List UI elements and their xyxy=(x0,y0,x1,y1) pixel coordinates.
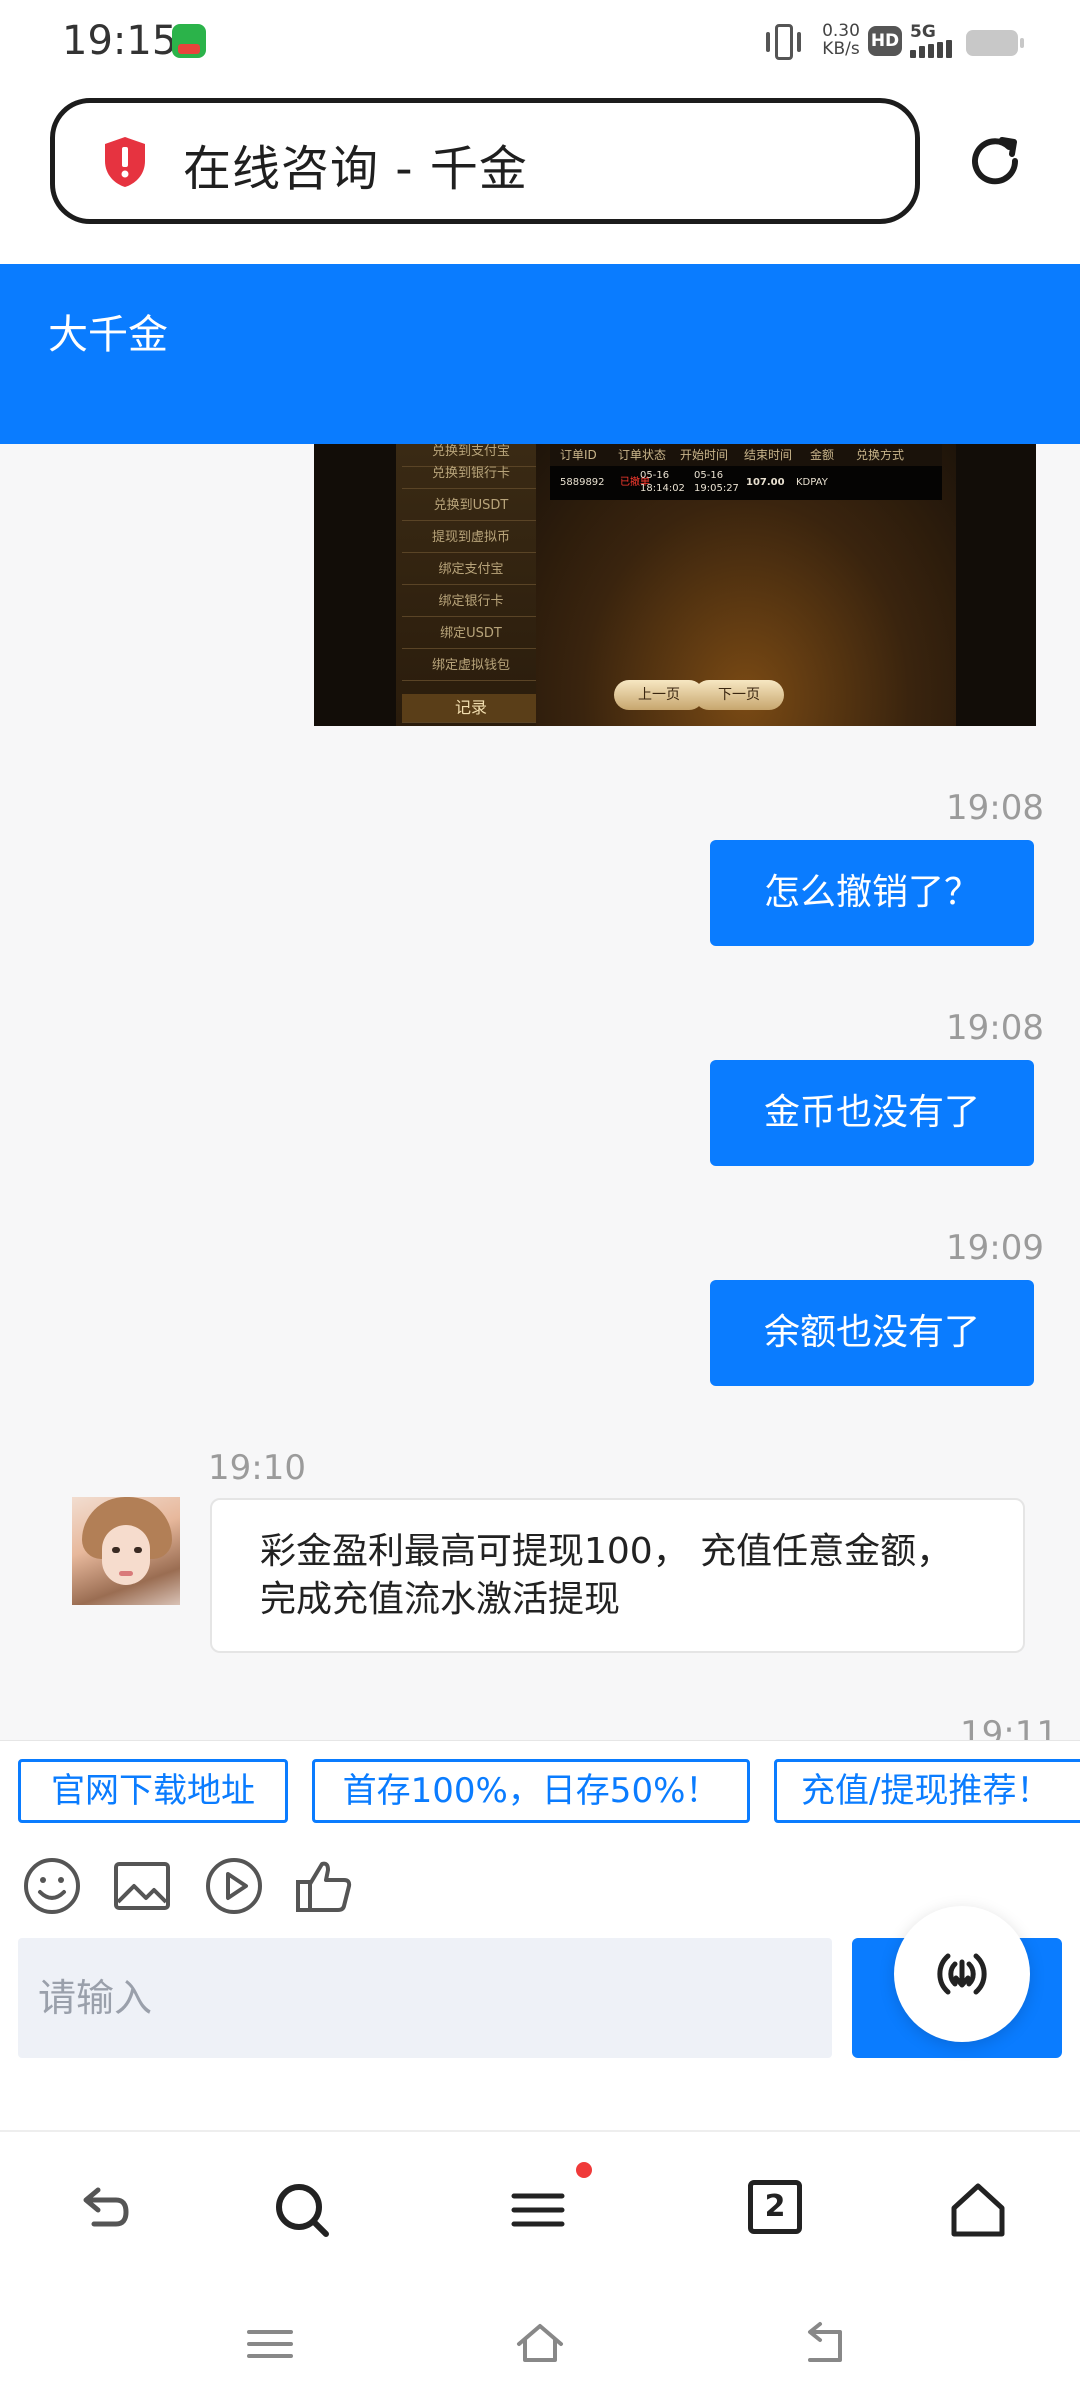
hd-badge: HD xyxy=(868,26,902,56)
chat-header: 大千金 xyxy=(0,264,1080,444)
signal-bar xyxy=(919,46,925,58)
incoming-message-bubble[interactable]: 彩金盈利最高可提现100， 充值任意金额，完成充值流水激活提现 xyxy=(210,1498,1025,1653)
vibrate-wave-right xyxy=(797,32,801,52)
status-time: 19:15 xyxy=(62,18,178,64)
image-td-start-date: 05-16 xyxy=(640,470,670,481)
quick-link-download[interactable]: 官网下载地址 xyxy=(18,1759,288,1823)
image-th: 订单状态 xyxy=(618,448,667,462)
network-type-label: 5G xyxy=(910,22,936,42)
battery-icon xyxy=(966,30,1024,56)
system-back-icon[interactable] xyxy=(800,2318,850,2368)
image-td-amount: 107.00 xyxy=(746,477,785,488)
emoji-icon[interactable] xyxy=(22,1856,82,1916)
image-td-start-time: 18:14:02 xyxy=(640,483,685,494)
image-sidebar-item-active: 记录 xyxy=(402,694,540,723)
message-timestamp: 19:08 xyxy=(946,788,1044,828)
outgoing-message-bubble[interactable]: 金币也没有了 xyxy=(710,1060,1034,1166)
image-th: 订单ID xyxy=(560,448,597,462)
voice-broadcast-icon xyxy=(937,1953,987,1995)
image-th: 金额 xyxy=(810,448,835,462)
app-notification-icon xyxy=(172,24,206,58)
video-icon[interactable] xyxy=(204,1856,264,1916)
message-timestamp: 19:10 xyxy=(208,1448,306,1488)
image-prev-page-button: 上一页 xyxy=(614,680,704,710)
image-sidebar-item: 兑换到银行卡 xyxy=(402,460,540,489)
system-menu-icon[interactable] xyxy=(245,2318,295,2368)
outgoing-message-bubble[interactable]: 余额也没有了 xyxy=(710,1280,1034,1386)
image-table-row: 5889892 已撤单 05-16 18:14:02 05-16 19:05:2… xyxy=(550,466,942,500)
image-sidebar-item: 兑换到USDT xyxy=(402,492,540,521)
quick-link-first-deposit[interactable]: 首存100%，日存50%！ xyxy=(312,1759,750,1823)
image-sidebar-item: 绑定银行卡 xyxy=(402,588,540,617)
search-icon[interactable] xyxy=(272,2180,332,2240)
avatar-lips xyxy=(119,1571,133,1576)
system-home-icon[interactable] xyxy=(515,2318,565,2368)
signal-bar xyxy=(946,40,952,58)
image-th: 结束时间 xyxy=(744,448,793,462)
agent-avatar[interactable] xyxy=(72,1497,180,1605)
quick-links-bar[interactable]: 官网下载地址 首存100%，日存50%！ 充值/提现推荐！ xyxy=(0,1740,1080,1833)
image-icon[interactable] xyxy=(112,1856,172,1916)
image-th: 兑换方式 xyxy=(856,448,905,462)
image-td-end-time: 19:05:27 xyxy=(694,483,739,494)
menu-icon[interactable] xyxy=(508,2180,568,2240)
message-timestamp: 19:11 xyxy=(960,1714,1058,1740)
message-input[interactable]: 请输入 xyxy=(18,1938,832,2058)
signal-icon: 5G xyxy=(910,22,960,60)
chat-message-list[interactable]: 兑换到支付宝 兑换到银行卡 兑换到USDT 提现到虚拟币 绑定支付宝 绑定银行卡… xyxy=(0,444,1080,1740)
image-next-page-button: 下一页 xyxy=(694,680,784,710)
network-speed-unit: KB/s xyxy=(822,39,860,59)
message-timestamp: 19:09 xyxy=(946,1228,1044,1268)
avatar-eye xyxy=(134,1547,142,1553)
chat-title: 大千金 xyxy=(48,312,168,358)
image-th: 开始时间 xyxy=(680,448,729,462)
signal-bar xyxy=(937,42,943,58)
shield-warning-icon xyxy=(105,137,145,187)
image-td-order-id: 5889892 xyxy=(560,477,605,488)
network-speed: 0.30 KB/s xyxy=(818,22,864,58)
image-sidebar-item: 提现到虚拟币 xyxy=(402,524,540,553)
thumbs-up-icon[interactable] xyxy=(294,1856,354,1916)
image-sidebar-item: 绑定支付宝 xyxy=(402,556,540,585)
shared-image-message[interactable]: 兑换到支付宝 兑换到银行卡 兑换到USDT 提现到虚拟币 绑定支付宝 绑定银行卡… xyxy=(314,444,1036,726)
vibrate-wave-left xyxy=(766,32,770,52)
image-sidebar: 兑换到支付宝 兑换到银行卡 兑换到USDT 提现到虚拟币 绑定支付宝 绑定银行卡… xyxy=(396,444,546,726)
image-table-header: 订单ID 订单状态 开始时间 结束时间 金额 兑换方式 xyxy=(550,444,942,466)
quick-link-recharge[interactable]: 充值/提现推荐！ xyxy=(774,1759,1080,1823)
voice-button[interactable] xyxy=(894,1906,1030,2042)
image-records-panel: 订单ID 订单状态 开始时间 结束时间 金额 兑换方式 5889892 已撤单 … xyxy=(536,444,956,726)
signal-bar xyxy=(928,44,934,58)
signal-bar xyxy=(910,50,916,58)
incoming-message-text: 彩金盈利最高可提现100， 充值任意金额，完成充值流水激活提现 xyxy=(260,1531,953,1620)
back-icon[interactable] xyxy=(72,2180,132,2240)
vibrate-icon xyxy=(775,24,793,60)
menu-notification-dot xyxy=(576,2162,592,2178)
avatar-eye xyxy=(112,1547,120,1553)
image-sidebar-item: 绑定USDT xyxy=(402,620,540,649)
address-bar[interactable]: 在线咨询 - 千金 xyxy=(50,98,920,224)
image-td-end-date: 05-16 xyxy=(694,470,724,481)
image-td-method: KDPAY xyxy=(796,477,828,488)
reload-icon[interactable] xyxy=(962,128,1028,194)
page-title: 在线咨询 - 千金 xyxy=(183,141,528,197)
home-icon[interactable] xyxy=(948,2180,1008,2240)
message-timestamp: 19:08 xyxy=(946,1008,1044,1048)
tabs-button[interactable]: 2 xyxy=(748,2180,802,2234)
image-sidebar-item: 绑定虚拟钱包 xyxy=(402,652,540,681)
network-speed-value: 0.30 xyxy=(822,21,860,41)
avatar-face xyxy=(102,1525,150,1585)
outgoing-message-bubble[interactable]: 怎么撤销了？ xyxy=(710,840,1034,946)
